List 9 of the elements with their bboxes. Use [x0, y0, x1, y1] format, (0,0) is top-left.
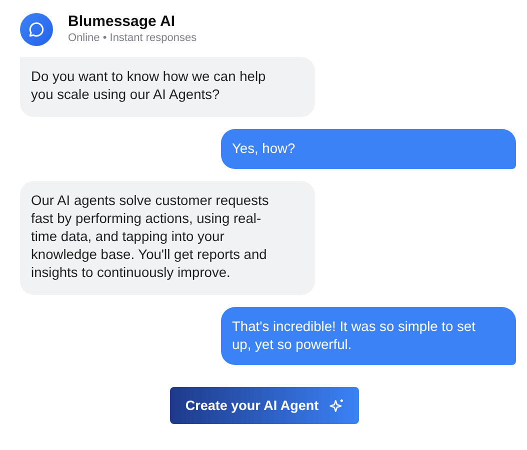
create-agent-button[interactable]: Create your AI Agent	[170, 387, 359, 424]
sparkle-icon	[328, 398, 345, 414]
bot-message: Do you want to know how we can help you scale using our AI Agents?	[20, 57, 315, 117]
user-message: Yes, how?	[221, 129, 516, 169]
avatar-icon	[20, 12, 53, 46]
user-message: That's incredible! It was so simple to set up, yet so powerful.	[221, 307, 516, 365]
bot-message: Our AI agents solve customer requests fast by performing actions, using real-time data, and tapping into your knowledge base. You'll get reports and insights to continuously improve.	[20, 181, 315, 295]
chat-title: Blumessage AI	[68, 12, 176, 31]
status-text: Online • Instant responses	[68, 31, 197, 46]
